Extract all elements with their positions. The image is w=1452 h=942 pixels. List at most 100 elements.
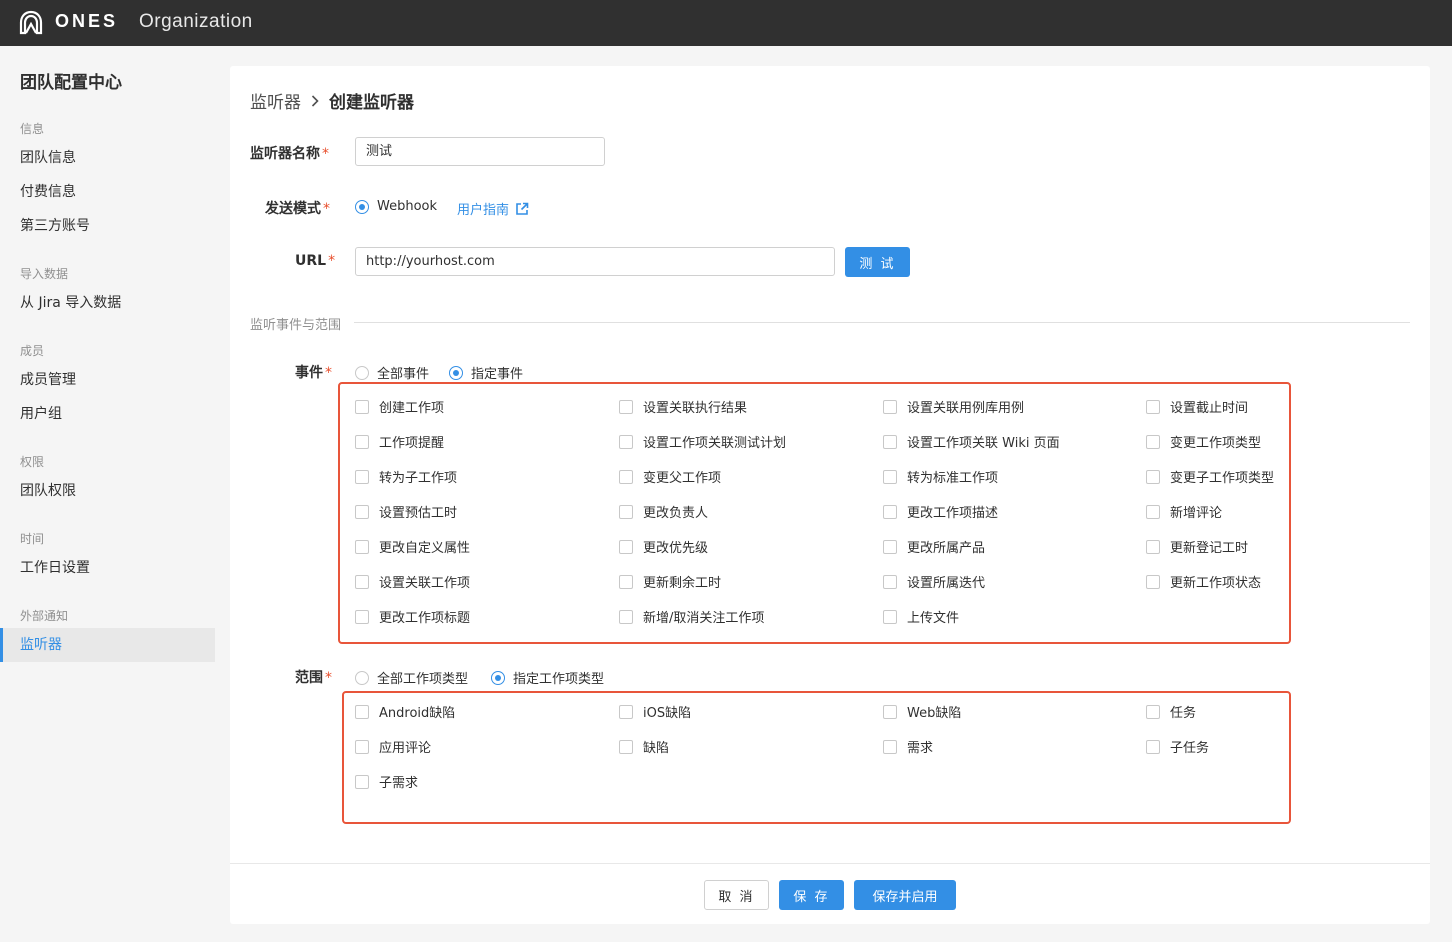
event-checkbox-label: 更新工作项状态: [1170, 576, 1262, 591]
url-input[interactable]: http://yourhost.com: [355, 247, 835, 276]
save-button[interactable]: 保 存: [779, 880, 844, 910]
sidebar-item-billing-info[interactable]: 付费信息: [0, 175, 215, 209]
checkbox-unchecked-icon: [883, 574, 897, 589]
sidebar-group-label: 时间: [20, 532, 45, 546]
scope-checkbox-label: 需求: [907, 741, 934, 756]
event-checkbox[interactable]: 设置关联工作项: [355, 572, 470, 591]
sidebar-item-listener[interactable]: 监听器: [0, 628, 215, 662]
url-label: URL *: [295, 253, 336, 269]
scope-checkbox[interactable]: 缺陷: [619, 737, 669, 756]
event-checkbox[interactable]: 创建工作项: [355, 397, 444, 416]
event-checkbox-label: 设置工作项关联 Wiki 页面: [907, 436, 1060, 451]
event-checkbox[interactable]: 更改所属产品: [883, 537, 985, 556]
event-checkbox[interactable]: 更改工作项描述: [883, 502, 998, 521]
scope-checkbox[interactable]: Android缺陷: [355, 702, 455, 721]
event-checkbox[interactable]: 变更工作项类型: [1146, 432, 1261, 451]
event-checkbox-label: 工作项提醒: [379, 436, 445, 451]
event-checkbox-label: 更改自定义属性: [379, 541, 471, 556]
event-checkbox[interactable]: 设置关联执行结果: [619, 397, 747, 416]
event-all-radio[interactable]: 全部事件: [355, 363, 429, 382]
event-checkbox[interactable]: 设置工作项关联 Wiki 页面: [883, 432, 1060, 451]
checkbox-unchecked-icon: [1146, 574, 1160, 589]
checkbox-unchecked-icon: [1146, 539, 1160, 554]
checkbox-unchecked-icon: [1146, 469, 1160, 484]
top-bar: ONES Organization: [0, 0, 1452, 46]
breadcrumb: 监听器 创建监听器: [250, 88, 414, 113]
checkbox-unchecked-icon: [355, 434, 369, 449]
event-checkbox[interactable]: 新增评论: [1146, 502, 1222, 521]
event-checkbox-label: 变更子工作项类型: [1170, 471, 1275, 486]
checkbox-unchecked-icon: [619, 399, 633, 414]
event-checkbox[interactable]: 更改优先级: [619, 537, 708, 556]
checkbox-unchecked-icon: [883, 609, 897, 624]
checkbox-unchecked-icon: [619, 504, 633, 519]
event-checkbox[interactable]: 新增/取消关注工作项: [619, 607, 764, 626]
main-card: 监听器 创建监听器 监听器名称 * 测试 发送模式 * Webhook 用户指南 U…: [230, 66, 1430, 924]
event-checkbox[interactable]: 变更子工作项类型: [1146, 467, 1274, 486]
event-checkbox[interactable]: 设置预估工时: [355, 502, 457, 521]
radio-unselected-icon: [355, 365, 369, 380]
sidebar-item-third-party[interactable]: 第三方账号: [0, 209, 215, 243]
sidebar-item-user-groups[interactable]: 用户组: [0, 397, 215, 431]
name-input[interactable]: 测试: [355, 137, 605, 166]
event-checkbox-label: 更改工作项标题: [379, 611, 471, 626]
event-label: 事件 *: [295, 365, 332, 381]
event-checkbox[interactable]: 变更父工作项: [619, 467, 721, 486]
event-checkbox[interactable]: 更改工作项标题: [355, 607, 470, 626]
event-checkbox[interactable]: 更新剩余工时: [619, 572, 721, 591]
sidebar-item-team-info[interactable]: 团队信息: [0, 141, 215, 175]
scope-all-radio[interactable]: 全部工作项类型: [355, 668, 468, 687]
event-checkbox[interactable]: 设置关联用例库用例: [883, 397, 1024, 416]
sidebar-group-label: 成员: [20, 344, 45, 358]
event-checkbox[interactable]: 设置截止时间: [1146, 397, 1248, 416]
checkbox-unchecked-icon: [355, 399, 369, 414]
event-checkbox-label: 更改优先级: [643, 541, 709, 556]
scope-checkbox-label: 子任务: [1170, 741, 1210, 756]
checkbox-unchecked-icon: [883, 704, 897, 719]
sidebar-group-label: 导入数据: [20, 267, 69, 281]
event-checkbox-label: 设置关联用例库用例: [907, 401, 1025, 416]
external-link-icon: [516, 202, 529, 215]
sidebar-group-label: 外部通知: [20, 609, 69, 623]
scope-specified-radio[interactable]: 指定工作项类型: [491, 668, 604, 687]
scope-checkbox[interactable]: Web缺陷: [883, 702, 961, 721]
scope-checkbox[interactable]: iOS缺陷: [619, 702, 691, 721]
event-checkbox-label: 设置所属迭代: [907, 576, 986, 591]
webhook-radio[interactable]: Webhook: [355, 199, 437, 214]
event-checkbox-label: 变更父工作项: [643, 471, 722, 486]
event-checkbox[interactable]: 更新登记工时: [1146, 537, 1248, 556]
event-checkbox[interactable]: 更改负责人: [619, 502, 708, 521]
sidebar-item-members[interactable]: 成员管理: [0, 363, 215, 397]
scope-checkbox[interactable]: 子任务: [1146, 737, 1209, 756]
event-checkbox[interactable]: 设置工作项关联测试计划: [619, 432, 786, 451]
scope-checkbox[interactable]: 应用评论: [355, 737, 431, 756]
scope-checkbox[interactable]: 子需求: [355, 772, 418, 791]
scope-checkbox[interactable]: 任务: [1146, 702, 1196, 721]
user-guide-link[interactable]: 用户指南: [457, 199, 529, 218]
event-checkbox[interactable]: 转为子工作项: [355, 467, 457, 486]
breadcrumb-parent[interactable]: 监听器: [250, 88, 301, 113]
event-checkbox[interactable]: 更改自定义属性: [355, 537, 470, 556]
checkbox-unchecked-icon: [883, 399, 897, 414]
event-specified-radio[interactable]: 指定事件: [449, 363, 523, 382]
save-and-enable-button[interactable]: 保存并启用: [854, 880, 956, 910]
checkbox-unchecked-icon: [619, 574, 633, 589]
cancel-button[interactable]: 取 消: [704, 880, 769, 910]
test-button[interactable]: 测 试: [845, 247, 910, 277]
product-name: Organization: [139, 11, 253, 32]
event-checkbox[interactable]: 设置所属迭代: [883, 572, 985, 591]
event-checkbox[interactable]: 上传文件: [883, 607, 959, 626]
checkbox-unchecked-icon: [1146, 399, 1160, 414]
event-checkbox[interactable]: 工作项提醒: [355, 432, 444, 451]
sidebar-item-permissions[interactable]: 团队权限: [0, 474, 215, 508]
event-checkbox-label: 上传文件: [907, 611, 960, 626]
event-checkbox[interactable]: 更新工作项状态: [1146, 572, 1261, 591]
event-checkbox-label: 设置截止时间: [1170, 401, 1249, 416]
sidebar-item-workday[interactable]: 工作日设置: [0, 551, 215, 585]
event-checkbox-label: 更改工作项描述: [907, 506, 999, 521]
scope-checkbox[interactable]: 需求: [883, 737, 933, 756]
checkbox-unchecked-icon: [355, 774, 369, 789]
event-checkbox[interactable]: 转为标准工作项: [883, 467, 998, 486]
checkbox-unchecked-icon: [355, 739, 369, 754]
sidebar-item-jira-import[interactable]: 从 Jira 导入数据: [0, 286, 215, 320]
